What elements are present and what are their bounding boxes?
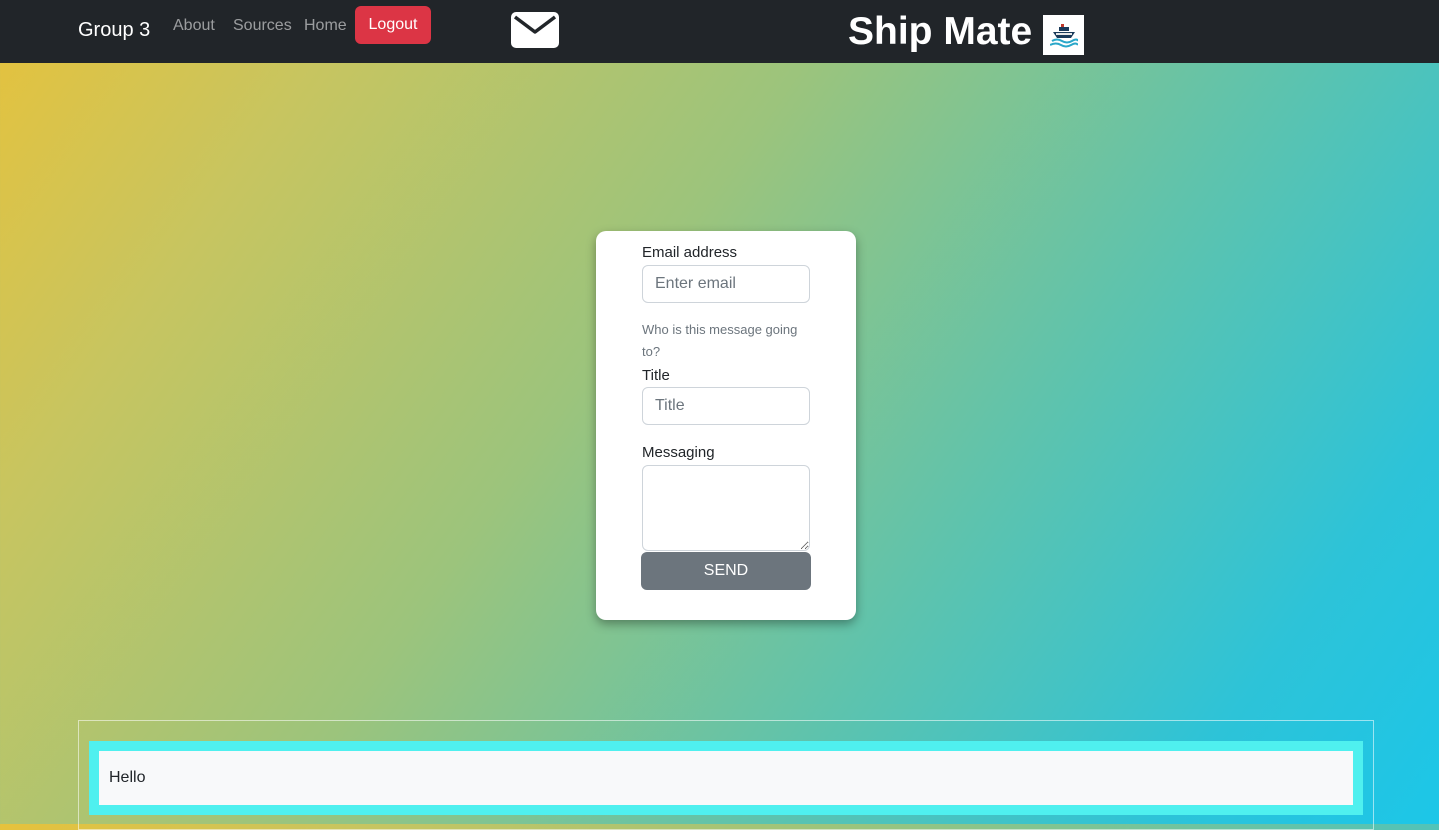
logout-button[interactable]: Logout — [355, 6, 431, 44]
email-label: Email address — [642, 244, 738, 261]
brand-link[interactable]: Group 3 — [78, 19, 150, 42]
ship-logo — [1043, 15, 1084, 55]
nav-link-sources[interactable]: Sources — [233, 17, 292, 35]
title-input[interactable] — [642, 387, 810, 425]
ship-logo-icon — [1049, 24, 1078, 48]
nav-link-about[interactable]: About — [173, 17, 215, 35]
title-label: Title — [642, 367, 670, 384]
mail-link[interactable] — [510, 12, 560, 48]
email-input[interactable] — [642, 265, 810, 303]
message-label: Messaging — [642, 444, 715, 461]
messages-list: Hello — [78, 720, 1374, 830]
message-item: Hello — [89, 741, 1363, 815]
send-button[interactable]: SEND — [641, 552, 811, 590]
envelope-icon — [511, 12, 559, 48]
nav-link-home[interactable]: Home — [304, 17, 347, 35]
email-help-text: Who is this message going to? — [642, 322, 798, 359]
message-text: Hello — [99, 751, 1353, 805]
message-form-card: Email address Who is this message going … — [596, 231, 856, 620]
navbar: Group 3 About Sources Home Logout Ship M… — [0, 0, 1439, 63]
site-title: Ship Mate — [848, 10, 1033, 53]
message-textarea[interactable] — [642, 465, 810, 551]
